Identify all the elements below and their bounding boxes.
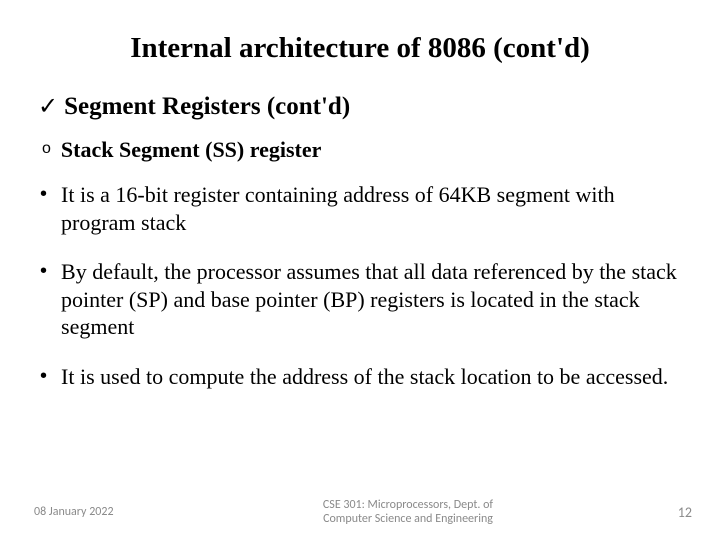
footer-center: CSE 301: Microprocessors, Dept. of Compu…: [184, 498, 632, 526]
bullet-text: It is used to compute the address of the…: [61, 363, 668, 391]
bullet-text: It is a 16-bit register containing addre…: [61, 181, 682, 236]
subheading-row: ✓ Segment Registers (cont'd): [38, 93, 682, 121]
subheading-text: Segment Registers (cont'd): [64, 93, 350, 121]
list-item: • By default, the processor assumes that…: [40, 258, 682, 341]
subsubheading-row: o Stack Segment (SS) register: [42, 137, 682, 163]
footer: 08 January 2022 CSE 301: Microprocessors…: [0, 498, 720, 526]
slide: Internal architecture of 8086 (cont'd) ✓…: [0, 0, 720, 540]
footer-page-number: 12: [632, 504, 692, 521]
circle-bullet-icon: o: [42, 141, 51, 157]
list-item: • It is a 16-bit register containing add…: [40, 181, 682, 236]
footer-date: 08 January 2022: [34, 505, 184, 519]
bullet-icon: •: [40, 184, 47, 204]
footer-course-line2: Computer Science and Engineering: [184, 512, 632, 526]
bullet-icon: •: [40, 261, 47, 281]
bullet-icon: •: [40, 366, 47, 386]
subsubheading-text: Stack Segment (SS) register: [61, 137, 322, 163]
list-item: • It is used to compute the address of t…: [40, 363, 682, 391]
footer-course-line1: CSE 301: Microprocessors, Dept. of: [184, 498, 632, 512]
bullet-text: By default, the processor assumes that a…: [61, 258, 682, 341]
checkmark-icon: ✓: [38, 95, 58, 119]
slide-title: Internal architecture of 8086 (cont'd): [38, 32, 682, 65]
bullet-list: • It is a 16-bit register containing add…: [40, 181, 682, 390]
